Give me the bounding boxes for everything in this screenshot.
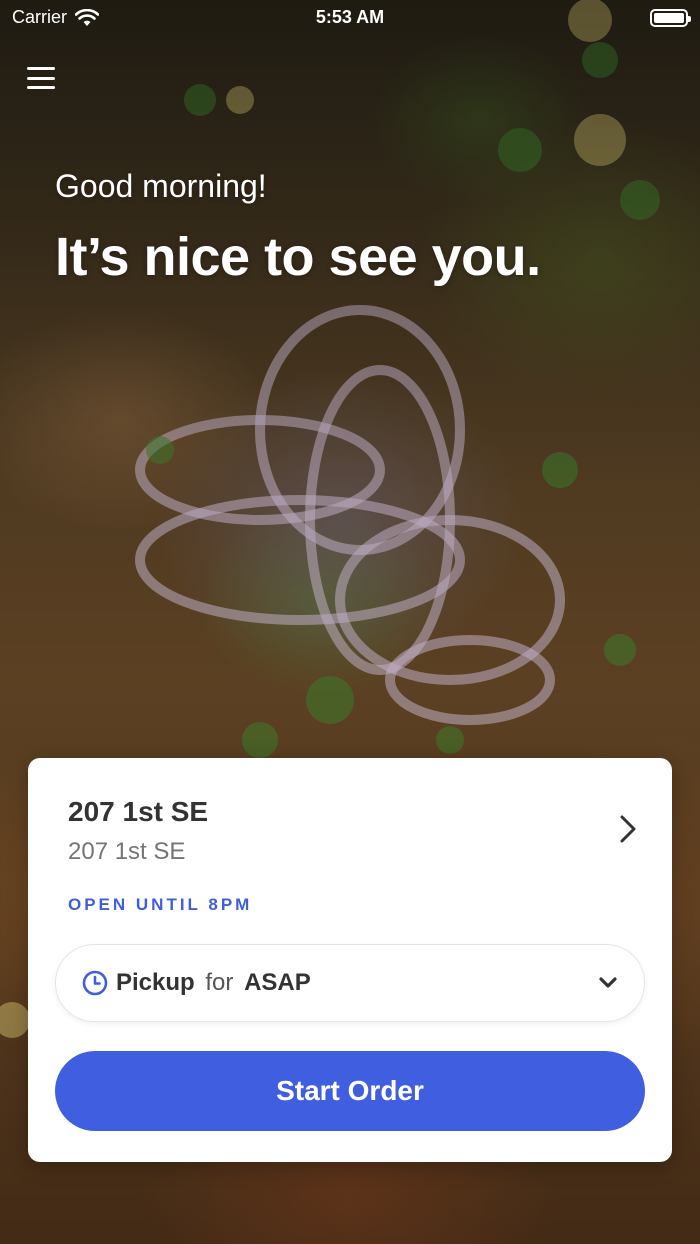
battery-icon bbox=[650, 9, 691, 27]
open-hours-label: OPEN UNTIL 8PM bbox=[68, 895, 253, 914]
chevron-down-icon bbox=[599, 977, 617, 988]
order-mode: Pickup bbox=[116, 969, 195, 996]
order-for-label: for bbox=[205, 969, 234, 996]
pickup-time-selector[interactable]: Pickup for ASAP bbox=[55, 944, 645, 1022]
clock-time: 5:53 AM bbox=[315, 7, 385, 27]
location-name: 207 1st SE bbox=[68, 796, 209, 827]
greeting-text: Good morning! bbox=[55, 168, 267, 204]
pickup-summary: Pickup for ASAP bbox=[116, 969, 311, 997]
status-bar: Carrier 5:53 AM bbox=[0, 0, 700, 36]
hamburger-menu-icon[interactable] bbox=[26, 64, 56, 92]
location-address: 207 1st SE bbox=[68, 838, 186, 865]
chevron-right-icon bbox=[620, 815, 636, 843]
clock-icon bbox=[82, 970, 108, 996]
start-order-button[interactable]: Start Order bbox=[55, 1051, 645, 1131]
order-time: ASAP bbox=[244, 969, 311, 996]
location-selector[interactable]: 207 1st SE 207 1st SE bbox=[68, 796, 638, 866]
welcome-headline: It’s nice to see you. bbox=[55, 227, 541, 287]
location-card: 207 1st SE 207 1st SE OPEN UNTIL 8PM Pic… bbox=[28, 758, 672, 1162]
